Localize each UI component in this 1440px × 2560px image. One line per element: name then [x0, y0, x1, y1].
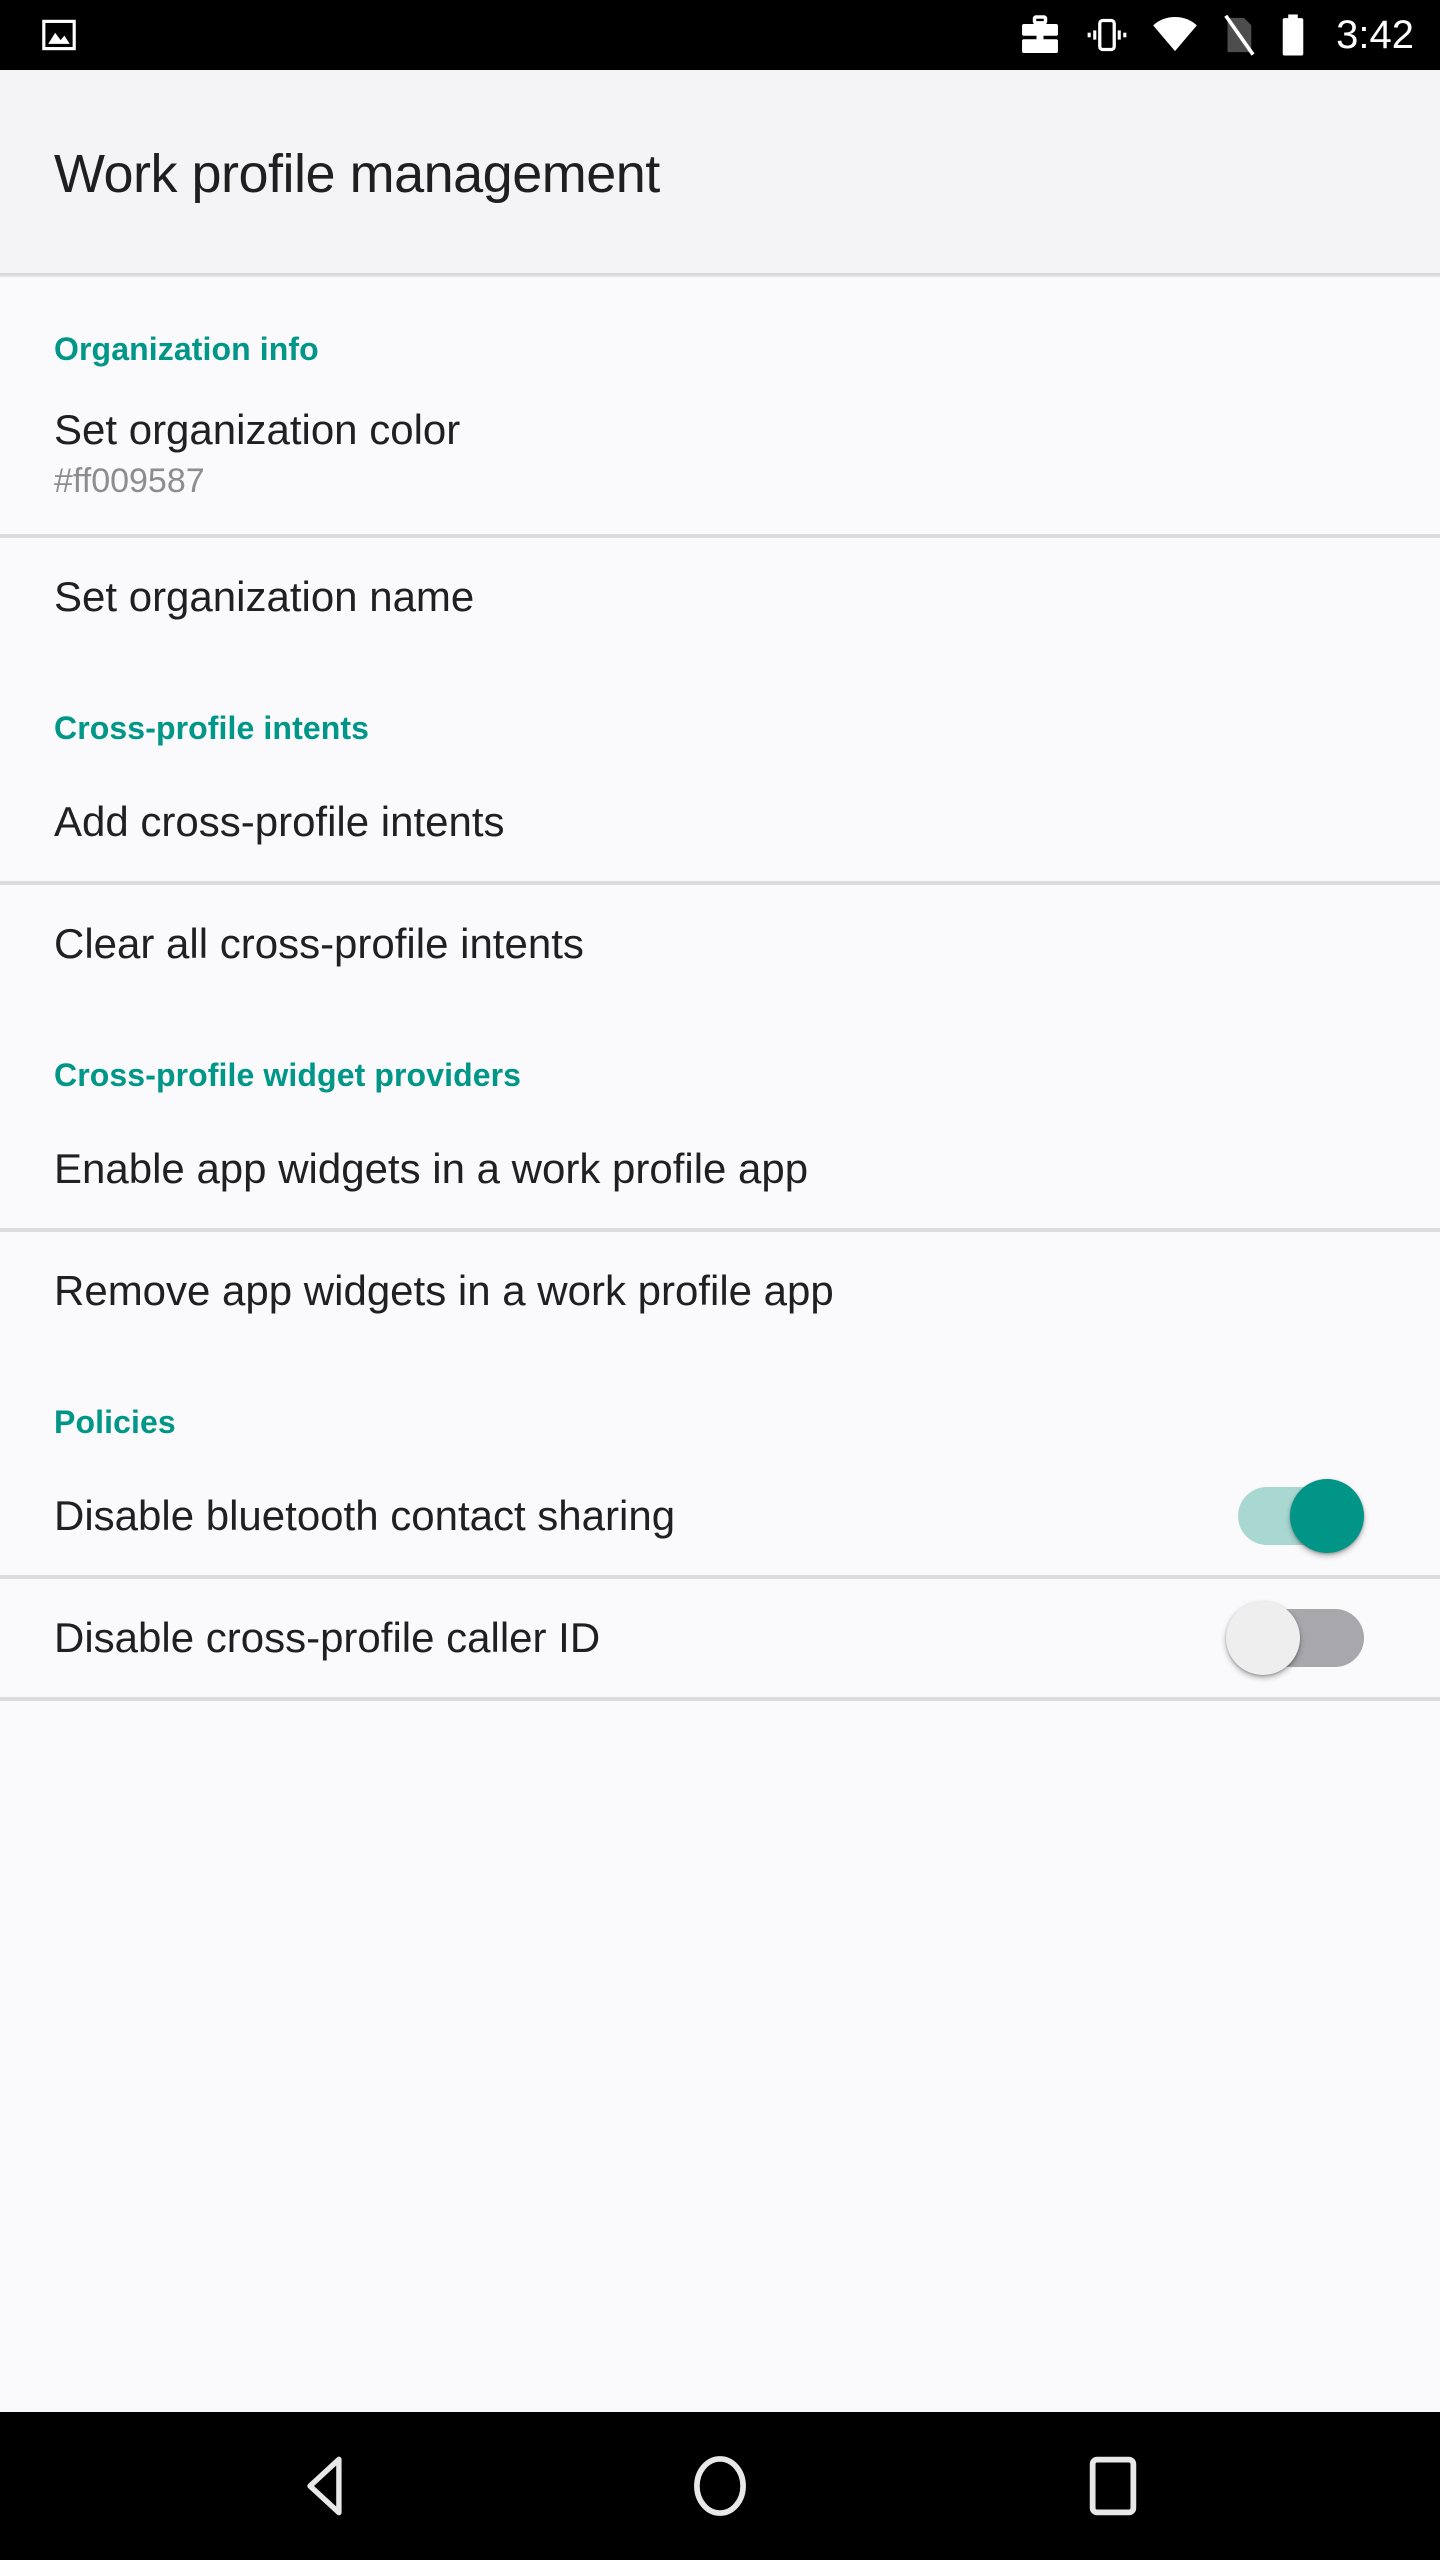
no-sim-icon	[1224, 14, 1255, 56]
phone-screen: 3:42 Work profile management Organizatio…	[0, 0, 1440, 2560]
toggle-thumb	[1226, 1601, 1300, 1675]
list-divider	[0, 1697, 1440, 1701]
list-item-texts: Disable cross-profile caller ID	[54, 1614, 1202, 1661]
list-item-texts: Set organization name	[54, 573, 1386, 620]
screenshot-image-icon	[42, 19, 76, 51]
recents-square-icon	[1090, 2456, 1137, 2516]
section-header: Cross-profile widget providers	[54, 1057, 522, 1093]
page-title: Work profile management	[54, 143, 660, 204]
toggle-switch[interactable]	[1226, 1478, 1364, 1554]
list-item[interactable]: Set organization name	[0, 538, 1440, 656]
list-item-title: Disable cross-profile caller ID	[54, 1614, 601, 1662]
list-item[interactable]: Remove app widgets in a work profile app	[0, 1232, 1440, 1350]
list-item-texts: Disable bluetooth contact sharing	[54, 1492, 1202, 1539]
list-item-texts: Clear all cross-profile intents	[54, 920, 1386, 967]
status-bar: 3:42	[0, 0, 1440, 70]
list-item[interactable]: Disable cross-profile caller ID	[0, 1579, 1440, 1697]
list-item[interactable]: Clear all cross-profile intents	[0, 885, 1440, 1003]
list-item[interactable]: Add cross-profile intents	[0, 763, 1440, 881]
work-profile-briefcase-icon	[1022, 15, 1059, 53]
title-bar: Work profile management	[0, 70, 1440, 277]
wifi-icon	[1153, 16, 1197, 52]
list-item-title: Add cross-profile intents	[54, 798, 505, 846]
section-header: Policies	[54, 1404, 176, 1440]
section-header: Organization info	[54, 331, 319, 367]
toggle-switch[interactable]	[1226, 1600, 1364, 1676]
status-bar-clock: 3:42	[1336, 13, 1414, 57]
section-header: Cross-profile intents	[54, 710, 370, 746]
list-item-texts: Enable app widgets in a work profile app	[54, 1145, 1386, 1192]
status-bar-system-icons: 3:42	[1018, 13, 1414, 57]
list-item[interactable]: Enable app widgets in a work profile app	[0, 1110, 1440, 1228]
recents-button[interactable]	[1053, 2426, 1173, 2546]
list-item-texts: Remove app widgets in a work profile app	[54, 1267, 1386, 1314]
battery-full-icon	[1282, 14, 1304, 56]
list-item-texts: Set organization color #ff009587	[54, 406, 1386, 500]
home-circle-icon	[694, 2456, 746, 2516]
home-button[interactable]	[660, 2426, 780, 2546]
list-item-title: Set organization color	[54, 406, 461, 453]
list-item-subtitle: #ff009587	[54, 462, 205, 501]
settings-list[interactable]: Organization info Set organization color #…	[0, 277, 1440, 2412]
back-button[interactable]	[267, 2426, 387, 2546]
back-triangle-icon	[306, 2456, 342, 2516]
vibrate-icon	[1087, 18, 1127, 52]
list-item-title: Remove app widgets in a work profile app	[54, 1267, 834, 1315]
list-item-title: Clear all cross-profile intents	[54, 920, 584, 968]
navigation-bar	[0, 2412, 1440, 2560]
list-item-title: Enable app widgets in a work profile app	[54, 1145, 809, 1193]
list-item-texts: Add cross-profile intents	[54, 798, 1386, 845]
list-item[interactable]: Disable bluetooth contact sharing	[0, 1457, 1440, 1575]
list-item-title: Disable bluetooth contact sharing	[54, 1492, 676, 1540]
toggle-thumb	[1290, 1479, 1364, 1553]
status-bar-notifications	[40, 16, 78, 54]
list-item[interactable]: Set organization color #ff009587	[0, 384, 1440, 534]
list-item-title: Set organization name	[54, 573, 475, 621]
